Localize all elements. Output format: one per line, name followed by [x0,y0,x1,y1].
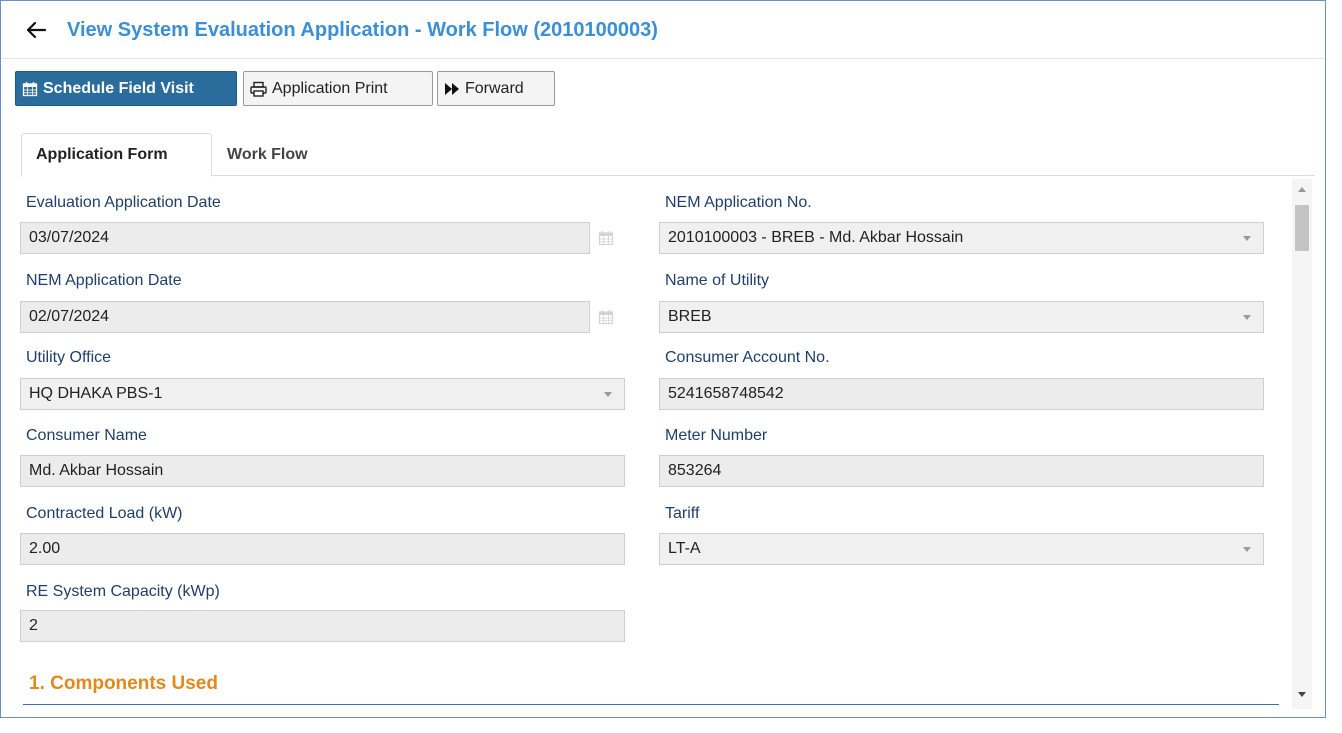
chevron-down-icon [1243,236,1251,241]
tariff-label: Tariff [665,505,700,522]
consumer-account-label: Consumer Account No. [665,349,830,366]
nem-app-no-select[interactable]: 2010100003 - BREB - Md. Akbar Hossain [659,222,1264,254]
nem-app-date-field[interactable]: 02/07/2024 [20,301,590,333]
forward-label: Forward [465,79,524,97]
print-icon [250,81,267,97]
scroll-down-icon[interactable] [1298,692,1306,697]
re-capacity-label: RE System Capacity (kWp) [26,583,220,600]
utility-name-label: Name of Utility [665,272,770,289]
nem-app-no-label: NEM Application No. [665,194,812,211]
contracted-load-field[interactable]: 2.00 [20,533,625,565]
utility-name-select[interactable]: BREB [659,301,1264,333]
forward-button[interactable]: Forward [437,71,555,106]
utility-office-select[interactable]: HQ DHAKA PBS-1 [20,378,625,410]
application-print-button[interactable]: Application Print [243,71,433,106]
arrow-left-icon[interactable] [23,17,49,43]
application-print-label: Application Print [272,79,388,97]
nem-app-no-value: 2010100003 - BREB - Md. Akbar Hossain [668,229,964,246]
tariff-value: LT-A [668,540,701,557]
nem-app-date-value: 02/07/2024 [29,308,110,325]
application-form-panel: Evaluation Application Date 03/07/2024 N… [1,177,1291,707]
meter-number-value: 853264 [668,462,722,479]
calendar-icon[interactable] [598,309,614,325]
consumer-name-value: Md. Akbar Hossain [29,462,164,479]
scrollbar-thumb[interactable] [1295,205,1309,251]
contracted-load-label: Contracted Load (kW) [26,505,183,522]
calendar-icon[interactable] [598,230,614,246]
re-capacity-value: 2 [29,617,38,634]
calendar-icon [22,81,38,96]
consumer-account-value: 5241658748542 [668,385,784,402]
section-divider [23,704,1279,705]
consumer-account-field[interactable]: 5241658748542 [659,378,1264,410]
consumer-name-field[interactable]: Md. Akbar Hossain [20,455,625,487]
eval-date-label: Evaluation Application Date [26,194,221,211]
utility-office-value: HQ DHAKA PBS-1 [29,385,163,402]
scroll-up-icon[interactable] [1298,187,1306,192]
meter-number-field[interactable]: 853264 [659,455,1264,487]
vertical-scrollbar[interactable] [1292,179,1312,709]
re-capacity-field[interactable]: 2 [20,610,625,642]
schedule-field-visit-button[interactable]: Schedule Field Visit [15,71,237,106]
page-title: View System Evaluation Application - Wor… [67,19,658,41]
nem-app-date-label: NEM Application Date [26,272,182,289]
fast-forward-icon [445,82,459,95]
chevron-down-icon [1243,315,1251,320]
utility-office-label: Utility Office [26,349,112,366]
eval-date-field[interactable]: 03/07/2024 [20,222,590,254]
tab-work-flow[interactable]: Work Flow [213,133,343,176]
section-title: 1. Components Used [29,673,218,694]
meter-number-label: Meter Number [665,427,768,444]
chevron-down-icon [604,392,612,397]
contracted-load-value: 2.00 [29,540,61,557]
tab-application-form[interactable]: Application Form [21,133,212,177]
utility-name-value: BREB [668,308,712,325]
consumer-name-label: Consumer Name [26,427,147,444]
schedule-field-visit-label: Schedule Field Visit [43,79,194,97]
chevron-down-icon [1243,547,1251,552]
tariff-select[interactable]: LT-A [659,533,1264,565]
tab-bar: Application Form Work Flow [21,133,1315,177]
page-header: View System Evaluation Application - Wor… [1,1,1325,59]
main-window: View System Evaluation Application - Wor… [0,0,1326,718]
eval-date-value: 03/07/2024 [29,229,110,246]
